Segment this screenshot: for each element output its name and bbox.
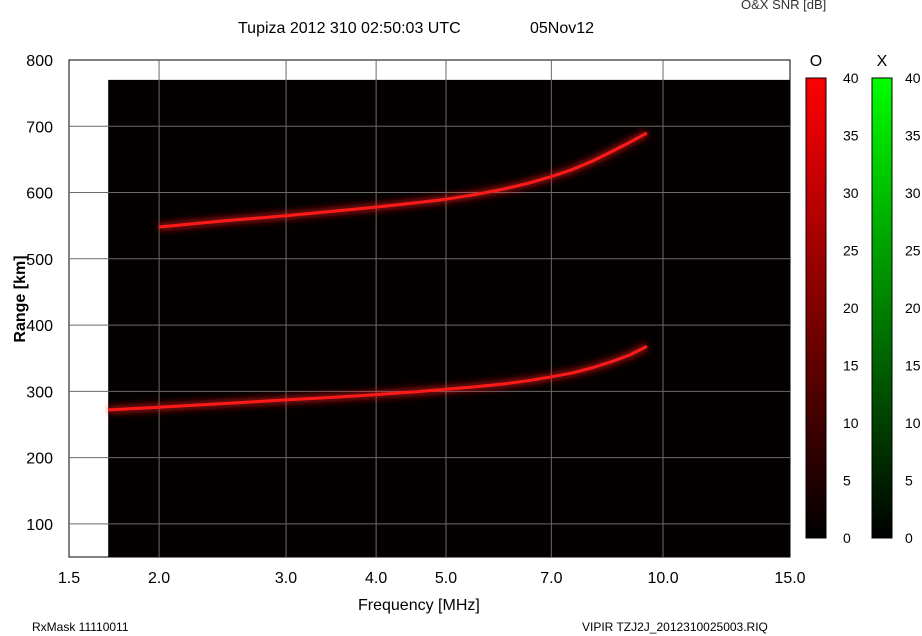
colorbar-x-tick: 15	[905, 358, 921, 374]
y-tick-label: 600	[26, 186, 53, 203]
colorbar-o-label: O	[810, 53, 822, 70]
x-tick-label: 10.0	[647, 570, 678, 587]
x-tick-label: 5.0	[435, 570, 457, 587]
x-tick-label: 4.0	[365, 570, 387, 587]
data-area	[108, 79, 790, 557]
colorbar-o	[805, 77, 827, 539]
y-tick-label: 300	[26, 384, 53, 401]
ionogram-chart: 1.5 2.0 3.0 4.0 5.0 7.0 10.0 15.0 1002003004005…	[26, 53, 921, 587]
colorbar-x-label: X	[877, 53, 888, 70]
colorbar-o-tick: 40	[843, 70, 859, 86]
colorbar-x-tick: 35	[905, 128, 921, 144]
y-tick-label: 400	[26, 318, 53, 335]
y-tick-label: 100	[26, 517, 53, 534]
colorbar-o-tick: 15	[843, 358, 859, 374]
colorbar-x-tick: 40	[905, 70, 921, 86]
data-background	[108, 79, 790, 557]
y-tick-label: 500	[26, 252, 53, 269]
x-tick-label: 3.0	[275, 570, 297, 587]
x-tick-labels: 1.5 2.0 3.0 4.0 5.0 7.0 10.0 15.0	[58, 570, 806, 587]
y-tick-label: 800	[26, 53, 53, 70]
colorbars: O 0 5 10 15 20 25 30 35 40 X 0 5 10 15 20 25 30 35 40	[805, 53, 921, 546]
colorbar-o-tick: 35	[843, 128, 859, 144]
x-tick-label: 2.0	[148, 570, 170, 587]
colorbar-x-tick: 20	[905, 300, 921, 316]
colorbar-x-tick: 0	[905, 530, 913, 546]
y-tick-label: 700	[26, 119, 53, 136]
colorbar-o-tick: 30	[843, 185, 859, 201]
colorbar-o-tick: 20	[843, 300, 859, 316]
colorbar-x-tick: 10	[905, 415, 921, 431]
colorbar-o-tick: 10	[843, 415, 859, 431]
colorbar-x	[871, 77, 893, 539]
y-tick-labels: 100 200 300 400 500 600 700 800	[26, 53, 53, 534]
colorbar-x-tick: 5	[905, 473, 913, 489]
colorbar-x-tick: 30	[905, 185, 921, 201]
colorbar-o-tick: 0	[843, 530, 851, 546]
y-axis-label: Range [km]	[12, 255, 29, 343]
colorbar-o-tick: 5	[843, 473, 851, 489]
colorbar-x-tick: 25	[905, 243, 921, 259]
x-tick-label: 7.0	[540, 570, 562, 587]
rx-mask-label: RxMask 11110011	[32, 620, 129, 634]
x-tick-label: 1.5	[58, 570, 80, 587]
file-name-label: VIPIR TZJ2J_2012310025003.RIQ	[582, 620, 768, 634]
x-tick-label: 15.0	[774, 570, 805, 587]
x-axis-label: Frequency [MHz]	[358, 597, 480, 614]
colorbar-o-tick: 25	[843, 243, 859, 259]
y-tick-label: 200	[26, 451, 53, 468]
